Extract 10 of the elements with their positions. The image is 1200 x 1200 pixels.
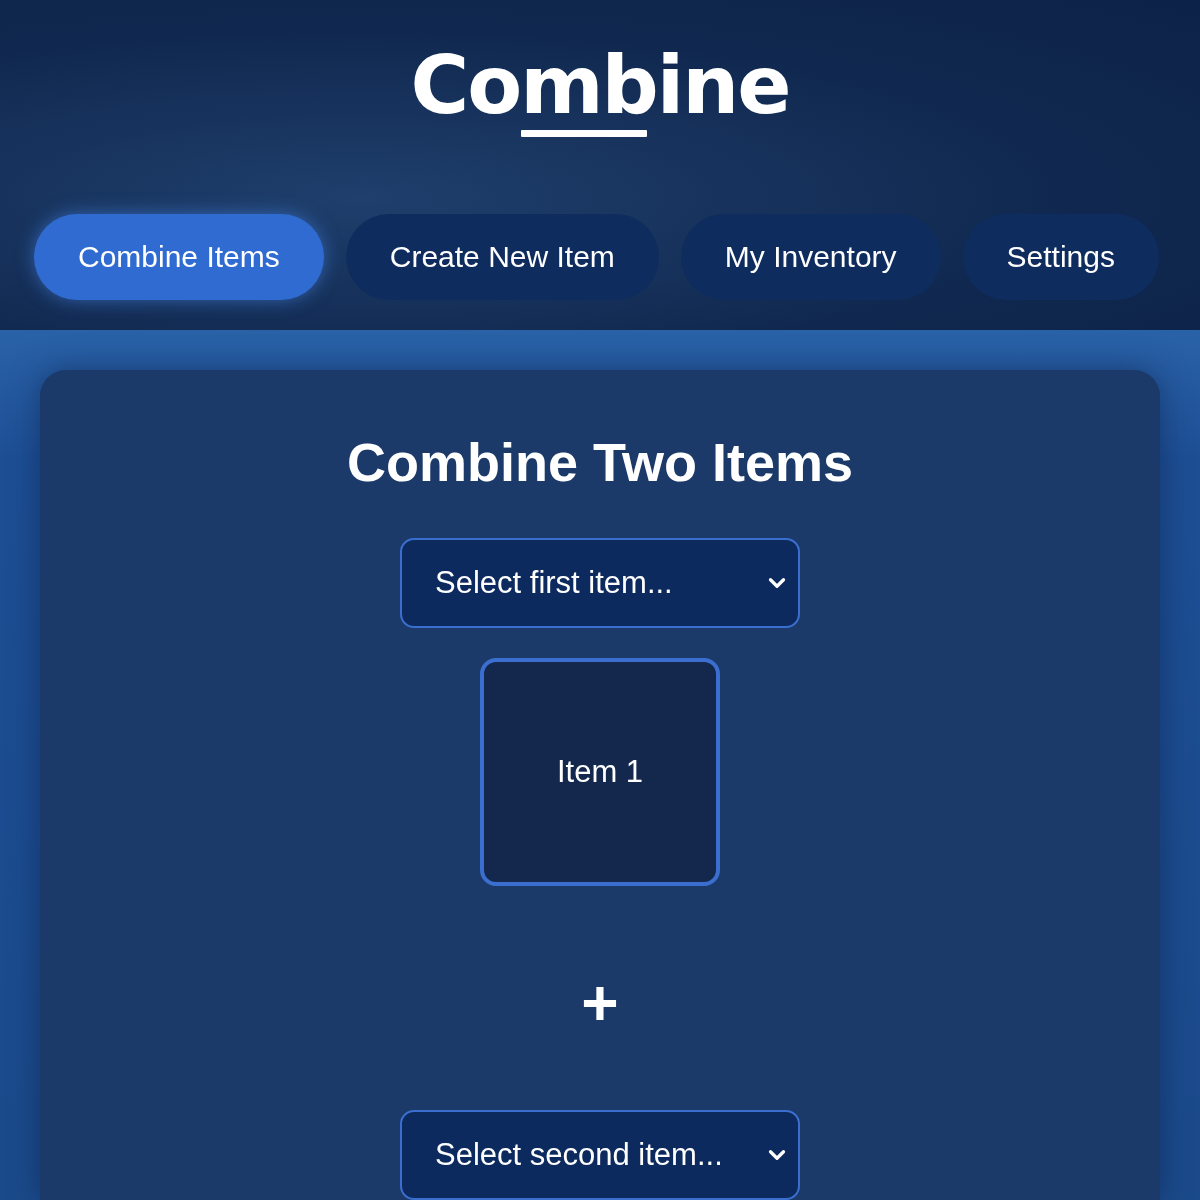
second-item-select[interactable]: Select second item... [400,1110,800,1200]
logo: Combine [410,46,790,126]
item-slot-label: Item 1 [556,754,644,790]
plus-sign: + [581,968,619,1039]
panel-title: Combine Two Items [346,431,853,494]
nav-tab[interactable]: Create New Item [345,214,659,300]
nav-tab[interactable]: My Inventory [680,214,941,300]
nav-tab[interactable]: Combine Items [34,214,324,300]
nav-tab[interactable]: Settings [962,214,1159,300]
first-item-select[interactable]: Select first item... [400,538,800,628]
